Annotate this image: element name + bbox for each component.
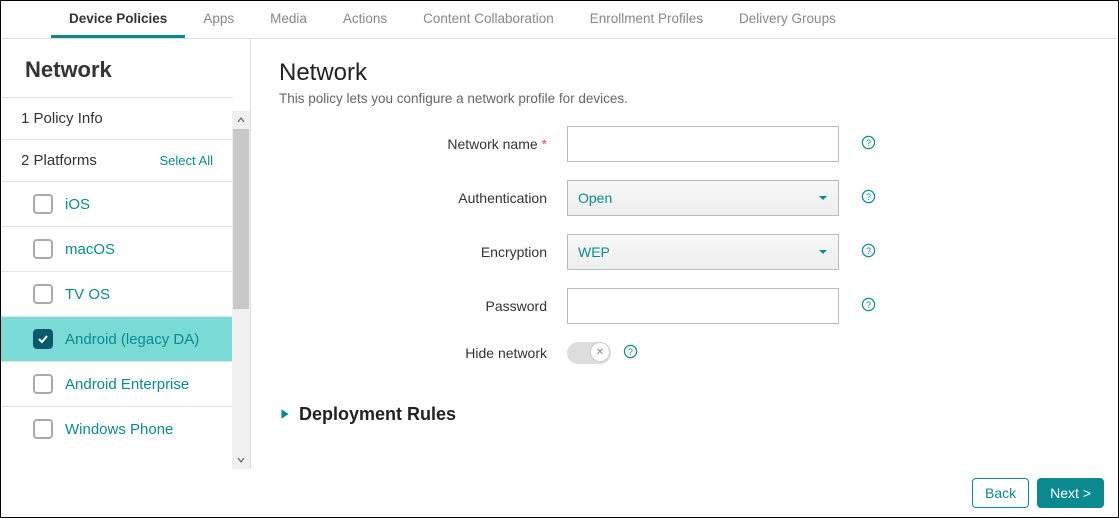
help-icon[interactable]: ? [861, 243, 876, 262]
sidebar: Network 1 Policy Info 2 Platforms Select… [1, 39, 251, 469]
help-icon[interactable]: ? [861, 297, 876, 316]
svg-text:?: ? [866, 299, 871, 309]
tab-apps[interactable]: Apps [185, 1, 252, 38]
main-panel: Network This policy lets you configure a… [251, 39, 1118, 469]
checkbox-icon[interactable] [33, 419, 53, 439]
page-subtitle: This policy lets you configure a network… [279, 91, 1090, 106]
svg-text:?: ? [866, 245, 871, 255]
sidebar-step-label: 2 Platforms [21, 152, 97, 169]
scrollbar-up-icon[interactable] [232, 111, 250, 129]
caret-down-icon [818, 244, 828, 260]
svg-text:?: ? [866, 191, 871, 201]
tab-device-policies[interactable]: Device Policies [51, 1, 185, 38]
tab-enrollment-profiles[interactable]: Enrollment Profiles [572, 1, 721, 38]
select-value: WEP [578, 244, 610, 260]
label-authentication: Authentication [279, 190, 567, 206]
platform-label: macOS [65, 241, 115, 258]
scrollbar-down-icon[interactable] [232, 451, 250, 469]
help-icon[interactable]: ? [623, 344, 638, 363]
password-input[interactable] [567, 288, 839, 324]
footer: Back Next > [1, 469, 1118, 517]
checkbox-icon[interactable] [33, 284, 53, 304]
label-password: Password [279, 298, 567, 314]
platform-item-android-enterprise[interactable]: Android Enterprise [1, 361, 233, 406]
platform-label: Android (legacy DA) [65, 331, 199, 348]
sidebar-title: Network [1, 39, 233, 97]
svg-text:?: ? [628, 346, 633, 356]
next-button[interactable]: Next > [1037, 478, 1104, 508]
back-button[interactable]: Back [972, 478, 1029, 508]
platform-item-ios[interactable]: iOS [1, 181, 233, 226]
label-hide-network: Hide network [279, 345, 567, 361]
help-icon[interactable]: ? [861, 189, 876, 208]
deployment-rules-heading: Deployment Rules [299, 404, 456, 425]
caret-down-icon [818, 190, 828, 206]
platform-item-android-legacy[interactable]: Android (legacy DA) [1, 316, 233, 361]
tab-media[interactable]: Media [252, 1, 325, 38]
page-title: Network [279, 59, 1090, 87]
network-name-input[interactable] [567, 126, 839, 162]
toggle-off-icon: ✕ [590, 342, 610, 362]
sidebar-step-platforms[interactable]: 2 Platforms Select All [1, 139, 233, 181]
help-icon[interactable]: ? [861, 135, 876, 154]
tab-content-collaboration[interactable]: Content Collaboration [405, 1, 572, 38]
checkbox-icon[interactable] [33, 194, 53, 214]
checkbox-icon[interactable] [33, 374, 53, 394]
top-tab-bar: Device Policies Apps Media Actions Conte… [1, 1, 1118, 39]
platform-label: iOS [65, 196, 90, 213]
tab-actions[interactable]: Actions [325, 1, 405, 38]
tab-delivery-groups[interactable]: Delivery Groups [721, 1, 854, 38]
deployment-rules-toggle[interactable]: Deployment Rules [279, 404, 1090, 425]
hide-network-toggle[interactable]: ✕ [567, 342, 611, 364]
select-value: Open [578, 190, 612, 206]
platform-label: Android Enterprise [65, 376, 189, 393]
caret-right-icon [279, 407, 291, 423]
scrollbar-thumb[interactable] [233, 129, 249, 309]
label-encryption: Encryption [279, 244, 567, 260]
encryption-select[interactable]: WEP [567, 234, 839, 270]
platform-item-tvos[interactable]: TV OS [1, 271, 233, 316]
select-all-link[interactable]: Select All [160, 153, 213, 168]
checkbox-checked-icon[interactable] [33, 329, 53, 349]
checkbox-icon[interactable] [33, 239, 53, 259]
sidebar-step-label: 1 Policy Info [21, 110, 103, 127]
sidebar-step-policy-info[interactable]: 1 Policy Info [1, 97, 233, 139]
authentication-select[interactable]: Open [567, 180, 839, 216]
label-network-name: Network name * [279, 136, 567, 152]
platform-label: TV OS [65, 286, 110, 303]
platform-label: Windows Phone [65, 421, 173, 438]
svg-text:?: ? [866, 137, 871, 147]
platform-item-macos[interactable]: macOS [1, 226, 233, 271]
platform-item-windows-phone[interactable]: Windows Phone [1, 406, 233, 451]
scrollbar-track[interactable] [232, 111, 250, 469]
